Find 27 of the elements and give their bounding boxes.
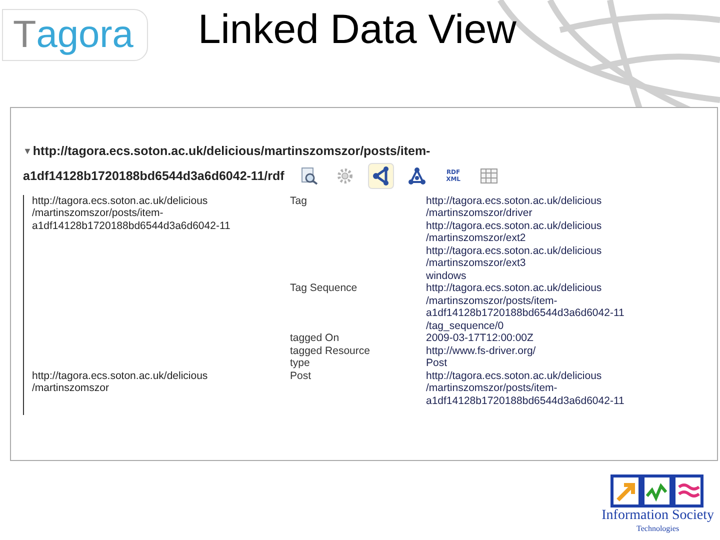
tagora-logo: Tagora: [2, 8, 148, 60]
subject-uri[interactable]: http://tagora.ecs.soton.ac.uk/delicious /martinszomszor: [32, 370, 290, 408]
ist-logo-subtitle: Technologies: [636, 524, 680, 534]
resource-heading: http://tagora.ecs.soton.ac.uk/delicious/martinszomszor/posts/item-: [32, 143, 430, 160]
property-name: Tag Sequence: [290, 282, 358, 296]
property-name: Post: [290, 370, 312, 384]
property-name: type: [290, 357, 311, 370]
property-name: tagged Resource: [290, 344, 371, 358]
property-name: Tag: [290, 194, 308, 209]
view-toolbar-button[interactable]: [368, 162, 394, 189]
ist-logo-title: Information Society: [602, 508, 714, 524]
resource-heading: a1df14128b1720188bd6544d3a6d6042-11/rdf: [23, 168, 284, 185]
slide-title: Linked Data View: [198, 5, 516, 54]
gear-icon: [336, 166, 354, 185]
triangle-network-icon: [408, 166, 426, 185]
property-value[interactable]: windows: [426, 270, 602, 282]
graph-nodes-icon: [371, 166, 392, 186]
table-grid-icon: [480, 166, 498, 185]
expand-triangle-icon[interactable]: ▼: [23, 144, 32, 158]
property-value[interactable]: http://tagora.ecs.soton.ac.uk/delicious /martinszomszor/posts/item- a1df14128b1720188bd6544d3a6d6042-11 /tag_sequence/0: [426, 282, 624, 332]
property-value[interactable]: 2009-03-17T12:00:00Z: [426, 332, 534, 345]
property-value[interactable]: http://www.fs-driver.org/: [426, 344, 536, 358]
property-value[interactable]: http://tagora.ecs.soton.ac.uk/delicious /martinszomszor/posts/item- a1df14128b1720188bd6544d3a6d6042-11: [426, 370, 624, 408]
property-value[interactable]: Post: [426, 357, 448, 370]
subject-uri[interactable]: http://tagora.ecs.soton.ac.uk/delicious /martinszomszor/posts/item- a1df14128b1720188bd6544d3a6d6042-11: [32, 194, 290, 370]
magnifier-icon: [300, 166, 318, 185]
property-name: tagged On: [290, 332, 340, 345]
